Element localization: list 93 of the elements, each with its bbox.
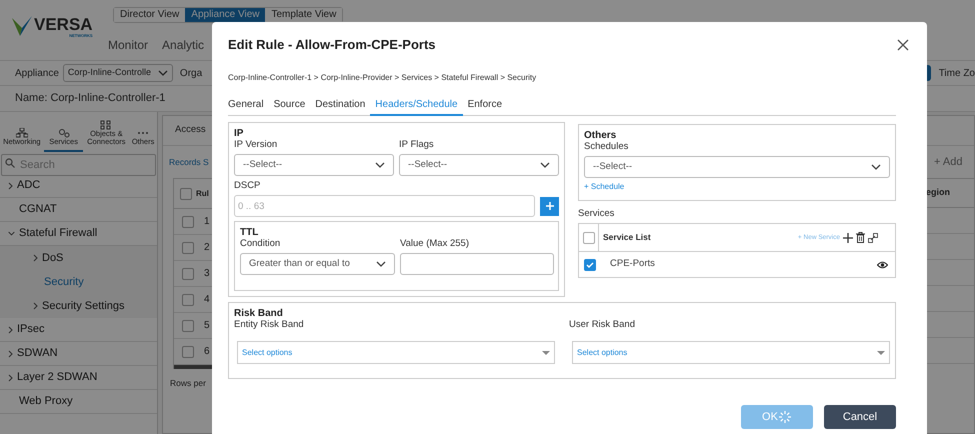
eye-icon[interactable] xyxy=(877,260,888,268)
table-cell-text: 3 xyxy=(204,267,210,281)
table-cell-text: 6 xyxy=(204,345,210,359)
appliance-dropdown[interactable]: Corp-Inline-Controlle xyxy=(62,64,173,82)
dialog-tab[interactable]: Source xyxy=(268,94,310,116)
logo-mark-icon xyxy=(12,16,32,36)
search-icon xyxy=(5,158,15,168)
select-field[interactable]: --Select-- xyxy=(234,154,394,176)
field-label: Condition xyxy=(240,238,282,250)
checkbox[interactable] xyxy=(582,232,594,244)
tree-item[interactable]: SDWAN xyxy=(0,342,157,366)
dialog-tab[interactable]: Headers/Schedule xyxy=(370,94,463,116)
plus-icon[interactable] xyxy=(843,232,853,242)
select-field[interactable]: --Select-- xyxy=(399,154,559,176)
tree-item[interactable]: DoS xyxy=(0,246,157,270)
column-header: egion xyxy=(926,186,950,200)
field-label: Appliance xyxy=(15,66,59,80)
section-heading: Risk Band xyxy=(234,308,284,319)
trash-icon[interactable] xyxy=(856,232,865,243)
link[interactable]: + Schedule xyxy=(584,181,624,193)
close-icon[interactable] xyxy=(897,39,909,51)
logo-text: VERSA xyxy=(34,16,93,33)
field-label: DSCP xyxy=(234,180,262,192)
field-label: Orga xyxy=(180,66,202,80)
section-heading: TTL xyxy=(240,227,260,238)
breadcrumb: Corp-Inline-Controller-1 > Corp-Inline-Provider > Services > Stateful Firewall > Security xyxy=(228,72,536,84)
dialog-tab[interactable]: Destination xyxy=(310,94,370,116)
table-cell-text: 2 xyxy=(204,241,210,255)
field-label: Value (Max 255) xyxy=(400,238,470,250)
multi-select-field[interactable]: Select options xyxy=(572,341,890,364)
chevron-down-icon xyxy=(158,70,168,76)
chevron-down-icon xyxy=(871,164,881,170)
table-cell-text: 1 xyxy=(204,215,210,229)
tree-item[interactable]: CGNAT xyxy=(0,198,157,222)
section-heading: Others xyxy=(584,130,618,141)
checkbox[interactable] xyxy=(180,188,192,200)
tab[interactable]: Access xyxy=(175,123,206,138)
checkbox[interactable] xyxy=(182,242,194,254)
appliance-name: Name: Corp-Inline-Controller-1 xyxy=(15,91,166,106)
tree-item[interactable]: Security Settings xyxy=(0,294,157,318)
field-label: IP Flags xyxy=(399,139,435,151)
checkbox[interactable] xyxy=(182,346,194,358)
section-label: Services xyxy=(578,208,614,220)
grid-icon xyxy=(100,120,112,130)
dialog-title: Edit Rule - Allow-From-CPE-Ports xyxy=(228,36,436,54)
tree-item[interactable]: Security xyxy=(0,270,157,294)
expand-icon[interactable] xyxy=(868,232,878,242)
chevron-down-icon xyxy=(540,162,550,168)
chevron-down-icon xyxy=(376,261,386,267)
table-cell-text: CPE-Ports xyxy=(610,257,655,272)
plus-icon xyxy=(546,202,554,210)
checkbox[interactable] xyxy=(182,216,194,228)
field-label: Schedules xyxy=(584,141,630,153)
caret-down-icon xyxy=(542,350,550,354)
tree-item[interactable]: IPsec xyxy=(0,318,157,342)
checkbox[interactable] xyxy=(182,320,194,332)
search-field[interactable]: Search xyxy=(1,154,156,176)
field-label: Entity Risk Band xyxy=(234,319,305,331)
multi-select-field[interactable]: Select options xyxy=(237,341,555,364)
check-icon xyxy=(586,262,594,268)
checkbox[interactable] xyxy=(182,294,194,306)
chevron-down-icon xyxy=(375,162,385,168)
gears-icon xyxy=(58,128,70,138)
add-button[interactable]: + Add xyxy=(934,154,962,170)
dialog-button[interactable]: Cancel xyxy=(824,405,896,429)
field-label: Time Zo xyxy=(938,66,975,80)
input-field[interactable] xyxy=(400,253,554,275)
menu-item[interactable]: Analytic xyxy=(162,36,204,54)
checkbox[interactable] xyxy=(182,268,194,280)
field-label: IP Version xyxy=(234,139,278,151)
section-heading: IP xyxy=(234,128,244,139)
view-tab[interactable]: Appliance View xyxy=(185,8,266,22)
input-field[interactable]: 0 .. 63 xyxy=(234,195,535,217)
column-header: Service List xyxy=(603,231,651,244)
select-field[interactable]: Greater than or equal to xyxy=(240,253,395,275)
select-field[interactable]: --Select-- xyxy=(584,156,890,178)
pagination-label: Rows per xyxy=(170,376,206,390)
tree-item[interactable]: Layer 2 SDWAN xyxy=(0,366,157,390)
tree-item[interactable]: Web Proxy xyxy=(0,390,157,414)
field-label: User Risk Band xyxy=(569,319,636,331)
menu-item[interactable]: Monitor xyxy=(108,36,148,54)
spinner-icon xyxy=(778,410,792,424)
add-button[interactable] xyxy=(540,196,559,216)
dialog-tab[interactable]: Enforce xyxy=(462,94,508,116)
network-icon xyxy=(16,128,28,138)
caret-down-icon xyxy=(877,350,885,354)
checkbox[interactable] xyxy=(584,258,596,270)
column-header: Rul xyxy=(196,188,209,200)
link[interactable]: Records S xyxy=(169,156,209,168)
table-cell-text: 5 xyxy=(204,319,210,333)
dialog-tab[interactable]: General xyxy=(228,94,269,116)
tree-item[interactable]: ADC xyxy=(0,174,157,198)
table-cell-text: 4 xyxy=(204,293,210,307)
